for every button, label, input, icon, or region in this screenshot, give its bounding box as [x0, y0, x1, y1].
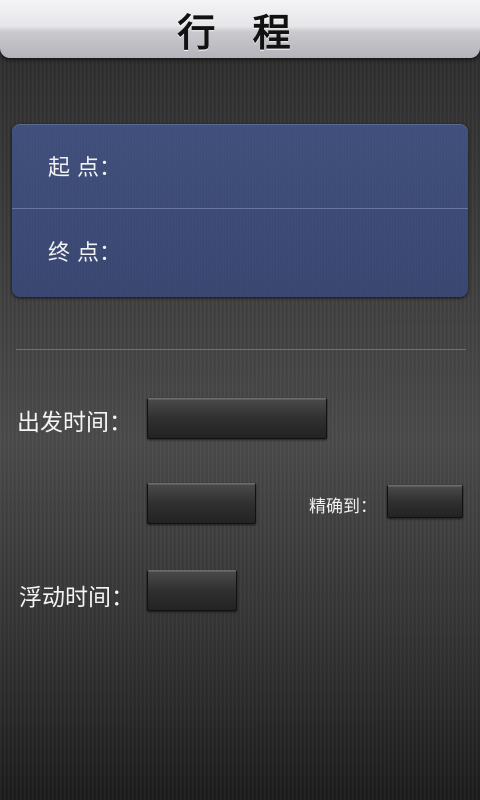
- precision-select[interactable]: [387, 485, 463, 518]
- departure-time-label: 出发时间：: [17, 410, 132, 436]
- route-card: 起 点： 终 点：: [12, 124, 468, 297]
- float-time-input[interactable]: [147, 570, 237, 611]
- page-title: 行 程: [177, 10, 303, 55]
- departure-date-input[interactable]: [147, 398, 327, 439]
- start-point-label: 起 点：: [48, 156, 121, 181]
- float-time-label: 浮动时间：: [19, 585, 134, 611]
- title-bar: 行 程: [0, 0, 480, 58]
- precision-label: 精确到：: [309, 497, 377, 517]
- end-point-field[interactable]: 终 点：: [12, 208, 468, 292]
- start-point-field[interactable]: 起 点：: [12, 124, 468, 208]
- section-divider: [16, 349, 466, 350]
- departure-time-input[interactable]: [147, 483, 256, 524]
- end-point-label: 终 点：: [48, 240, 121, 266]
